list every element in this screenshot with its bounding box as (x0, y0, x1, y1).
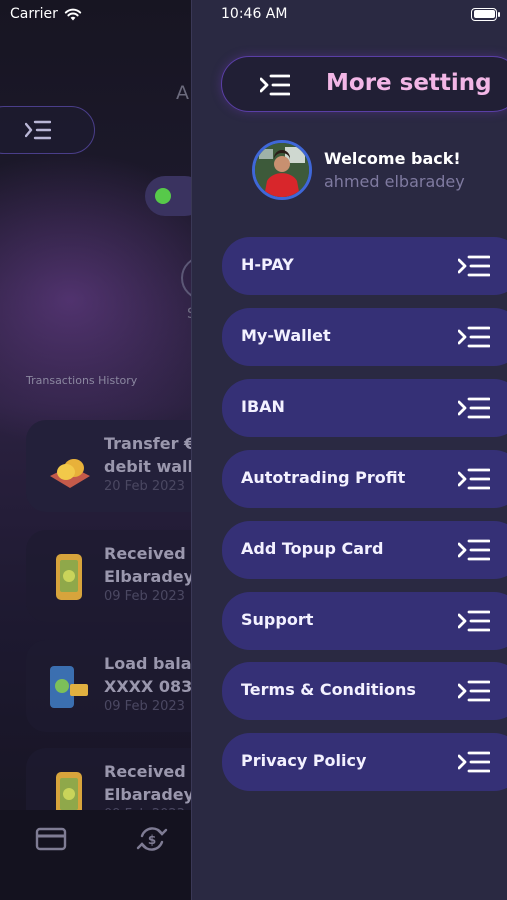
phone-receive-icon (56, 554, 82, 600)
menu-icon (458, 680, 490, 702)
welcome-text: Welcome back! (324, 149, 461, 168)
svg-text:$: $ (148, 833, 156, 847)
menu-item-support[interactable]: Support (222, 592, 507, 650)
status-bar-left: Carrier (10, 5, 82, 23)
load-balance-icon (50, 666, 88, 708)
menu-icon (458, 255, 490, 277)
transfer-icon (50, 459, 90, 488)
profile-section: Welcome back! ahmed elbaradey (252, 140, 502, 202)
menu-item-privacy-policy[interactable]: Privacy Policy (222, 733, 507, 791)
status-time: 10:46 AM (221, 6, 288, 22)
menu-item-my-wallet[interactable]: My-Wallet (222, 308, 507, 366)
menu-item-label: My-Wallet (241, 326, 331, 345)
menu-item-terms-conditions[interactable]: Terms & Conditions (222, 662, 507, 720)
menu-icon[interactable] (260, 73, 290, 97)
toggle-dot (155, 188, 171, 204)
menu-icon (458, 468, 490, 490)
drawer-header[interactable]: More setting (221, 56, 507, 112)
battery-icon (471, 7, 500, 21)
carrier-label: Carrier (10, 6, 58, 22)
menu-icon (458, 751, 490, 773)
settings-drawer: 10:46 AM More setting Welcome back! ahme… (191, 0, 507, 900)
menu-item-label: Terms & Conditions (241, 680, 416, 699)
menu-item-label: Privacy Policy (241, 751, 367, 770)
menu-item-h-pay[interactable]: H-PAY (222, 237, 507, 295)
menu-item-add-topup-card[interactable]: Add Topup Card (222, 521, 507, 579)
background-menu-button (0, 106, 95, 154)
menu-icon (458, 397, 490, 419)
username-text: ahmed elbaradey (324, 172, 465, 191)
menu-item-label: H-PAY (241, 255, 294, 274)
drawer-title: More setting (326, 70, 492, 96)
menu-item-label: Autotrading Profit (241, 468, 406, 487)
menu-item-label: Support (241, 610, 314, 629)
menu-item-autotrading-profit[interactable]: Autotrading Profit (222, 450, 507, 508)
menu-icon (458, 610, 490, 632)
background-title-fragment: A (176, 82, 189, 104)
wifi-icon (64, 8, 82, 21)
avatar (252, 140, 312, 200)
menu-icon (458, 539, 490, 561)
menu-icon (458, 326, 490, 348)
transactions-history-label: Transactions History (26, 374, 138, 387)
user-photo (255, 143, 309, 197)
menu-icon (25, 120, 51, 140)
menu-item-label: IBAN (241, 397, 285, 416)
exchange-icon: $ (136, 827, 168, 851)
card-icon (35, 827, 67, 851)
status-bar-right: 10:46 AM (221, 5, 500, 23)
menu-item-iban[interactable]: IBAN (222, 379, 507, 437)
menu-item-label: Add Topup Card (241, 539, 384, 558)
